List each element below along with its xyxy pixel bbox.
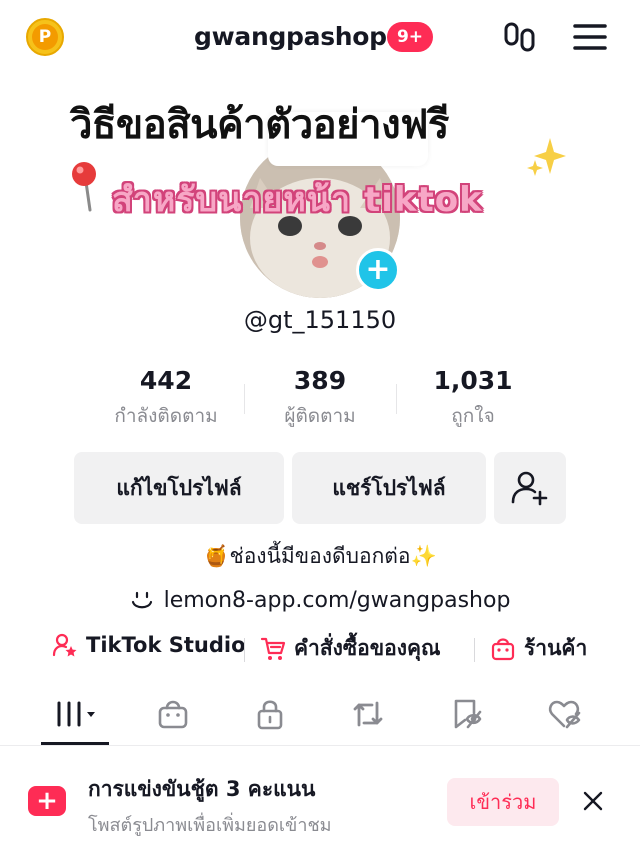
overlay-subtitle: สำหรับนายหน้า tiktok — [112, 180, 483, 220]
stat-label: ผู้ติดตาม — [284, 405, 356, 427]
shortcut-label: TikTok Studio — [86, 633, 246, 657]
liked-icon — [548, 700, 581, 729]
orders-shortcut[interactable]: คำสั่งซื้อของคุณ — [260, 632, 441, 665]
profile-username[interactable]: gwangpashop — [194, 22, 387, 51]
coin-button[interactable]: P — [26, 18, 64, 56]
share-profile-button[interactable]: แชร์โปรไฟล์ — [292, 452, 486, 524]
stat-value: 442 — [139, 366, 193, 395]
studio-icon — [52, 633, 77, 657]
edit-profile-button[interactable]: แก้ไขโปรไฟล์ — [74, 452, 284, 524]
pushpin-icon — [72, 162, 96, 212]
bio-link[interactable]: lemon8-app.com/gwangpashop — [0, 588, 640, 613]
shop-icon — [491, 637, 515, 660]
videos-grid-icon — [57, 701, 95, 727]
overlay-title: วิธีขอสินค้าตัวอย่างฟรี — [70, 102, 449, 148]
menu-icon[interactable] — [572, 22, 608, 52]
stat-followers[interactable]: 389 ผู้ติดตาม — [240, 366, 400, 431]
favorites-icon — [454, 699, 482, 729]
join-button[interactable]: เข้าร่วม — [447, 778, 559, 826]
coin-icon: P — [32, 24, 58, 50]
lemon8-link-icon — [131, 591, 152, 608]
add-avatar-button[interactable]: + — [356, 248, 400, 292]
stat-label: ถูกใจ — [451, 405, 495, 427]
shortcut-divider — [474, 638, 475, 662]
profile-handle: @gt_151150 — [243, 306, 397, 334]
banner-title: การแข่งขันชู้ต 3 คะแนน — [88, 777, 316, 801]
close-icon[interactable] — [582, 790, 604, 812]
notification-badge[interactable]: 9+ — [387, 22, 433, 52]
tiktok-studio-shortcut[interactable]: TikTok Studio — [52, 632, 246, 658]
tab-reposts[interactable] — [338, 692, 398, 736]
tab-videos[interactable] — [45, 692, 105, 736]
tab-liked[interactable] — [535, 692, 595, 736]
cart-icon — [260, 637, 286, 660]
tab-favorites[interactable] — [437, 692, 497, 736]
bio-text: 🍯ช่องนี้มีของดีบอกต่อ✨ — [203, 544, 437, 568]
shop-shortcut[interactable]: ร้านค้า — [490, 632, 587, 665]
stat-label: กำลังติดตาม — [114, 405, 218, 427]
repost-icon — [353, 701, 383, 727]
banner-subtitle: โพสต์รูปภาพเพื่อเพิ่มยอดเข้าชม — [88, 815, 332, 836]
stat-following[interactable]: 442 กำลังติดตาม — [86, 366, 246, 431]
tab-shop[interactable] — [143, 692, 203, 736]
sparkle-icon — [527, 138, 566, 176]
shop-bag-icon — [158, 700, 188, 729]
bio-link-text[interactable]: lemon8-app.com/gwangpashop — [164, 588, 511, 613]
shortcut-label: คำสั่งซื้อของคุณ — [294, 636, 441, 660]
footprints-icon[interactable] — [502, 20, 538, 56]
shortcut-divider — [244, 638, 245, 662]
add-friend-button[interactable] — [494, 452, 566, 524]
shortcut-row: TikTok Studio คำสั่งซื้อของคุณ ร้านค้า — [0, 632, 640, 666]
stat-value: 389 — [293, 366, 347, 395]
stat-likes[interactable]: 1,031 ถูกใจ — [393, 366, 553, 431]
tab-private[interactable] — [240, 692, 300, 736]
add-person-icon — [511, 471, 548, 506]
stat-value: 1,031 — [433, 366, 513, 395]
plus-icon: + — [28, 786, 66, 816]
shortcut-label: ร้านค้า — [524, 636, 588, 660]
lock-icon — [257, 700, 283, 730]
